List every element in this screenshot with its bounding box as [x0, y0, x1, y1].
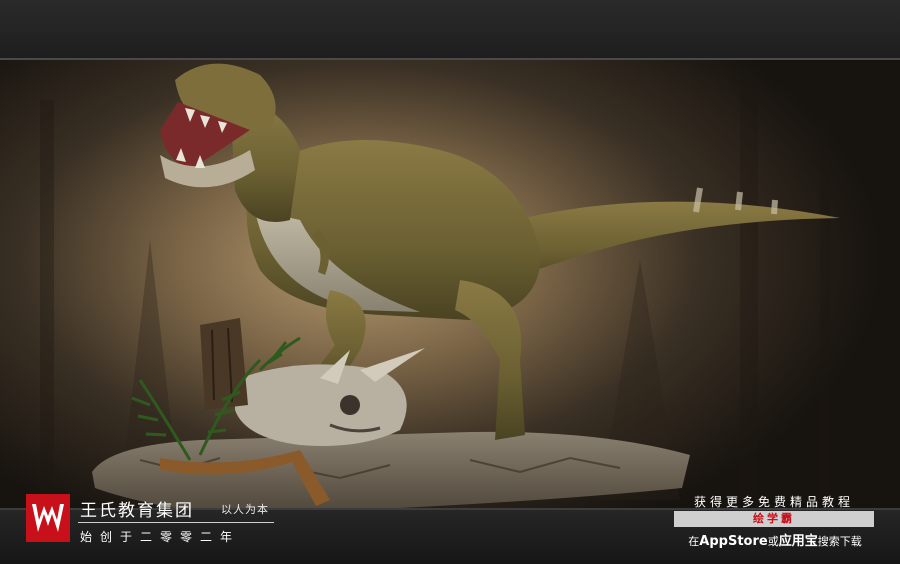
tree-stump [200, 318, 248, 410]
promo-headline: 获得更多免费精品教程 [693, 495, 854, 509]
brand-slogan: 以人为本 [221, 503, 269, 516]
brand-founded: 始创于二零零二年 [80, 530, 241, 544]
promo-download-line: 在AppStore或应用宝搜索下载 [672, 530, 878, 549]
dinosaur-illustration [40, 63, 840, 508]
brand-name: 王氏教育集团 [80, 501, 194, 521]
top-band [0, 0, 900, 60]
promo-suffix: 搜索下载 [817, 535, 862, 548]
brand-logo [26, 494, 70, 542]
promo-store-yingyongbao: 应用宝 [778, 534, 818, 549]
promo-app-name: 绘学霸 [674, 511, 874, 527]
promo-store-appstore: AppStore [699, 534, 768, 549]
dinosaur-artwork [0, 60, 900, 508]
brand-divider [78, 522, 274, 523]
promo-prefix: 在 [688, 535, 700, 548]
w-logo-icon [32, 504, 64, 532]
promo-or: 或 [767, 535, 779, 548]
